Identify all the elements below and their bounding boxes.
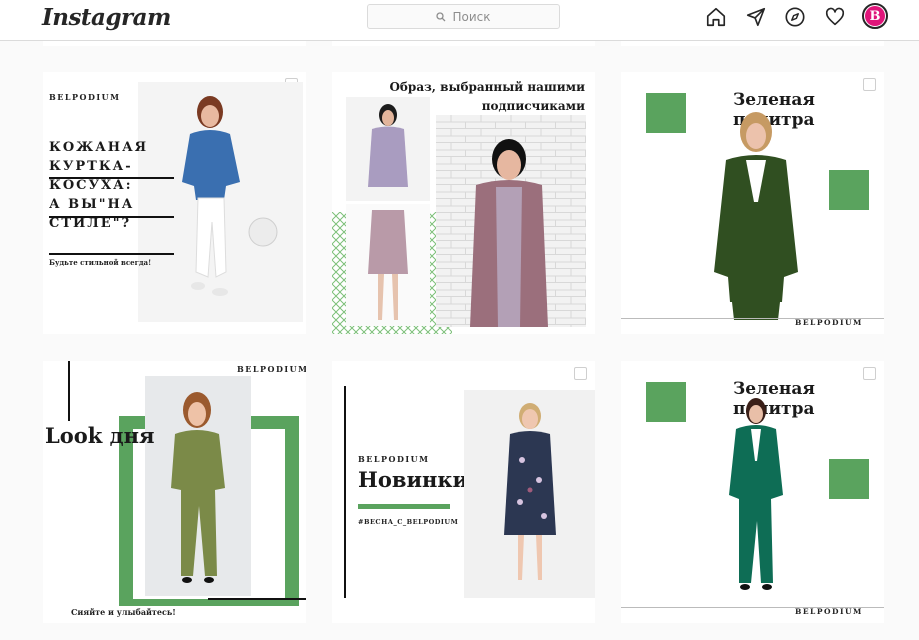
woman-in-emerald-suit-image xyxy=(729,398,783,590)
activity-button[interactable] xyxy=(823,5,847,29)
direct-icon xyxy=(746,7,766,27)
post-tile-green-palette[interactable]: Зеленая палитра BELPODIUM xyxy=(621,72,884,334)
caption-text: Сияйте и улыбайтесь! xyxy=(71,607,176,617)
divider-line xyxy=(49,216,174,218)
divider-line xyxy=(49,253,174,255)
model-photo xyxy=(686,102,826,320)
subtitle-text: Будьте стильной всегда! xyxy=(49,258,152,267)
explore-icon xyxy=(785,7,805,27)
search-input[interactable]: Поиск xyxy=(367,4,560,29)
top-navigation-bar: Instagram Поиск B xyxy=(0,0,919,41)
multiple-images-icon xyxy=(574,367,587,380)
brand-label: BELPODIUM xyxy=(237,364,306,374)
woman-in-floral-dress-image xyxy=(504,403,556,580)
profile-avatar[interactable]: B xyxy=(862,3,888,29)
model-photo xyxy=(701,391,811,607)
divider-line xyxy=(49,177,174,179)
vertical-line xyxy=(344,386,346,598)
brick-wall-photo xyxy=(436,115,586,327)
green-square-decoration xyxy=(829,459,869,499)
direct-button[interactable] xyxy=(744,5,768,29)
explore-button[interactable] xyxy=(783,5,807,29)
skirt-photo xyxy=(346,204,430,326)
brand-label: BELPODIUM xyxy=(49,92,121,102)
post-tile-subscribers-look[interactable]: Образ, выбранный нашими подписчиками xyxy=(332,72,595,334)
search-icon xyxy=(436,11,446,21)
previous-post-edge[interactable] xyxy=(621,41,884,46)
brand-label: BELPODIUM xyxy=(795,318,863,327)
sweater-photo xyxy=(346,97,430,201)
headline-line: КОЖАНАЯ xyxy=(49,140,149,155)
post-title: Look дня xyxy=(45,423,155,448)
home-button[interactable] xyxy=(704,5,728,29)
post-tile-green-palette-2[interactable]: Зеленая палитра BELPODIUM xyxy=(621,361,884,623)
home-icon xyxy=(706,7,726,27)
avatar-letter: B xyxy=(865,6,885,26)
headline-line: А ВЫ"НА xyxy=(49,197,135,212)
headline-line: КУРТКА- xyxy=(49,159,133,174)
model-photo xyxy=(464,390,595,598)
heart-icon xyxy=(825,7,845,26)
previous-post-edge[interactable] xyxy=(43,41,306,46)
search-placeholder: Поиск xyxy=(452,9,491,24)
headline-text: КОЖАНАЯ КУРТКА- КОСУХА: А ВЫ"НА СТИЛЕ"? xyxy=(49,138,174,233)
green-square-decoration xyxy=(829,170,869,210)
hashtag-text: #ВЕСНА_С_BELPODIUM xyxy=(358,518,459,526)
brand-label: BELPODIUM xyxy=(795,607,863,616)
post-title: Новинки xyxy=(358,467,469,492)
model-photo xyxy=(145,376,251,596)
brand-label: BELPODIUM xyxy=(358,454,430,464)
green-square-decoration xyxy=(646,93,686,133)
instagram-logo[interactable]: Instagram xyxy=(42,4,171,31)
woman-in-green-suit-image xyxy=(714,112,798,320)
vertical-line xyxy=(68,361,70,421)
post-tile-new-arrivals[interactable]: BELPODIUM Новинки #ВЕСНА_С_BELPODIUM xyxy=(332,361,595,623)
green-underline xyxy=(358,504,450,509)
divider-line xyxy=(208,598,306,600)
woman-in-olive-outfit-image xyxy=(171,392,225,583)
title-line: Образ, выбранный нашими xyxy=(389,80,585,94)
post-tile-look-of-the-day[interactable]: BELPODIUM Look дня Сияйте и улыбайтесь! xyxy=(43,361,306,623)
previous-post-edge[interactable] xyxy=(332,41,595,46)
green-square-decoration xyxy=(646,382,686,422)
post-tile-leather-jacket[interactable]: BELPODIUM КОЖАНАЯ КУРТКА- КОСУХА: А ВЫ"Н… xyxy=(43,72,306,334)
